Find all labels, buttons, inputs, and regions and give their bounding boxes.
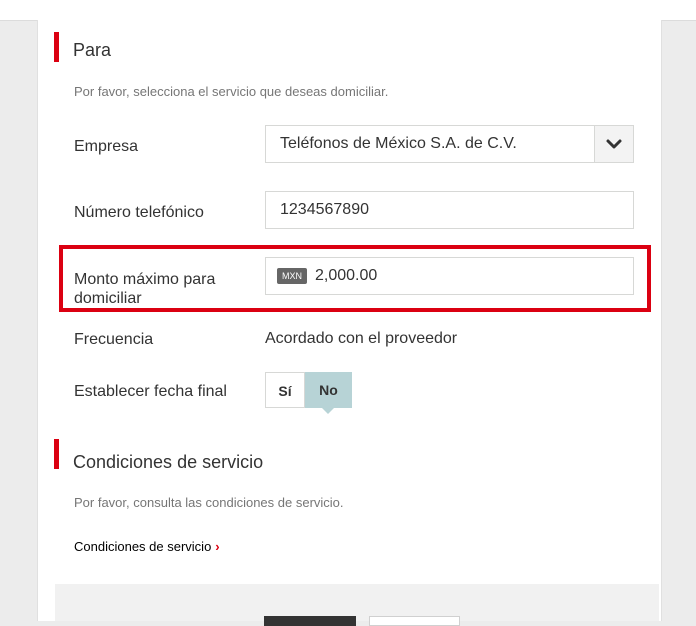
section-description-condiciones: Por favor, consulta las condiciones de s… — [74, 495, 344, 510]
monto-maximo-field[interactable]: MXN 2,000.00 — [265, 257, 634, 295]
section-accent-bar — [54, 32, 59, 62]
monto-maximo-label: Monto máximo para domiciliar — [74, 270, 215, 308]
chevron-right-icon: › — [215, 539, 220, 554]
condiciones-link[interactable]: Condiciones de servicio › — [74, 539, 220, 554]
frecuencia-value: Acordado con el proveedor — [265, 330, 458, 347]
top-strip — [0, 0, 696, 21]
frecuencia-label: Frecuencia — [74, 331, 154, 348]
section-title-para: Para — [73, 40, 112, 60]
empresa-select[interactable]: Teléfonos de México S.A. de C.V. — [265, 125, 634, 163]
currency-badge: MXN — [277, 268, 307, 284]
numero-telefonico-value: 1234567890 — [280, 201, 369, 218]
fecha-final-label: Establecer fecha final — [74, 383, 227, 400]
monto-maximo-label-line2: domiciliar — [74, 290, 142, 307]
form-card — [37, 20, 662, 621]
primary-button[interactable] — [264, 616, 356, 626]
monto-maximo-value: 2,000.00 — [315, 267, 378, 284]
secondary-button[interactable] — [369, 616, 460, 626]
condiciones-link-text: Condiciones de servicio — [74, 539, 212, 554]
empresa-label: Empresa — [74, 138, 139, 155]
monto-maximo-label-line1: Monto máximo para — [74, 271, 216, 288]
toggle-si-button[interactable]: Sí — [265, 372, 305, 408]
chevron-down-icon — [606, 139, 622, 149]
section-description-para: Por favor, selecciona el servicio que de… — [74, 84, 389, 99]
empresa-select-value: Teléfonos de México S.A. de C.V. — [280, 135, 517, 152]
toggle-no-button[interactable]: No — [305, 372, 352, 408]
numero-telefonico-field[interactable]: 1234567890 — [265, 191, 634, 229]
selected-caret — [322, 408, 334, 414]
numero-telefonico-label: Número telefónico — [74, 204, 204, 221]
footer-bar — [55, 584, 659, 621]
select-toggle-button[interactable] — [594, 126, 633, 162]
section-accent-bar — [54, 439, 59, 469]
section-title-condiciones: Condiciones de servicio — [73, 452, 264, 472]
